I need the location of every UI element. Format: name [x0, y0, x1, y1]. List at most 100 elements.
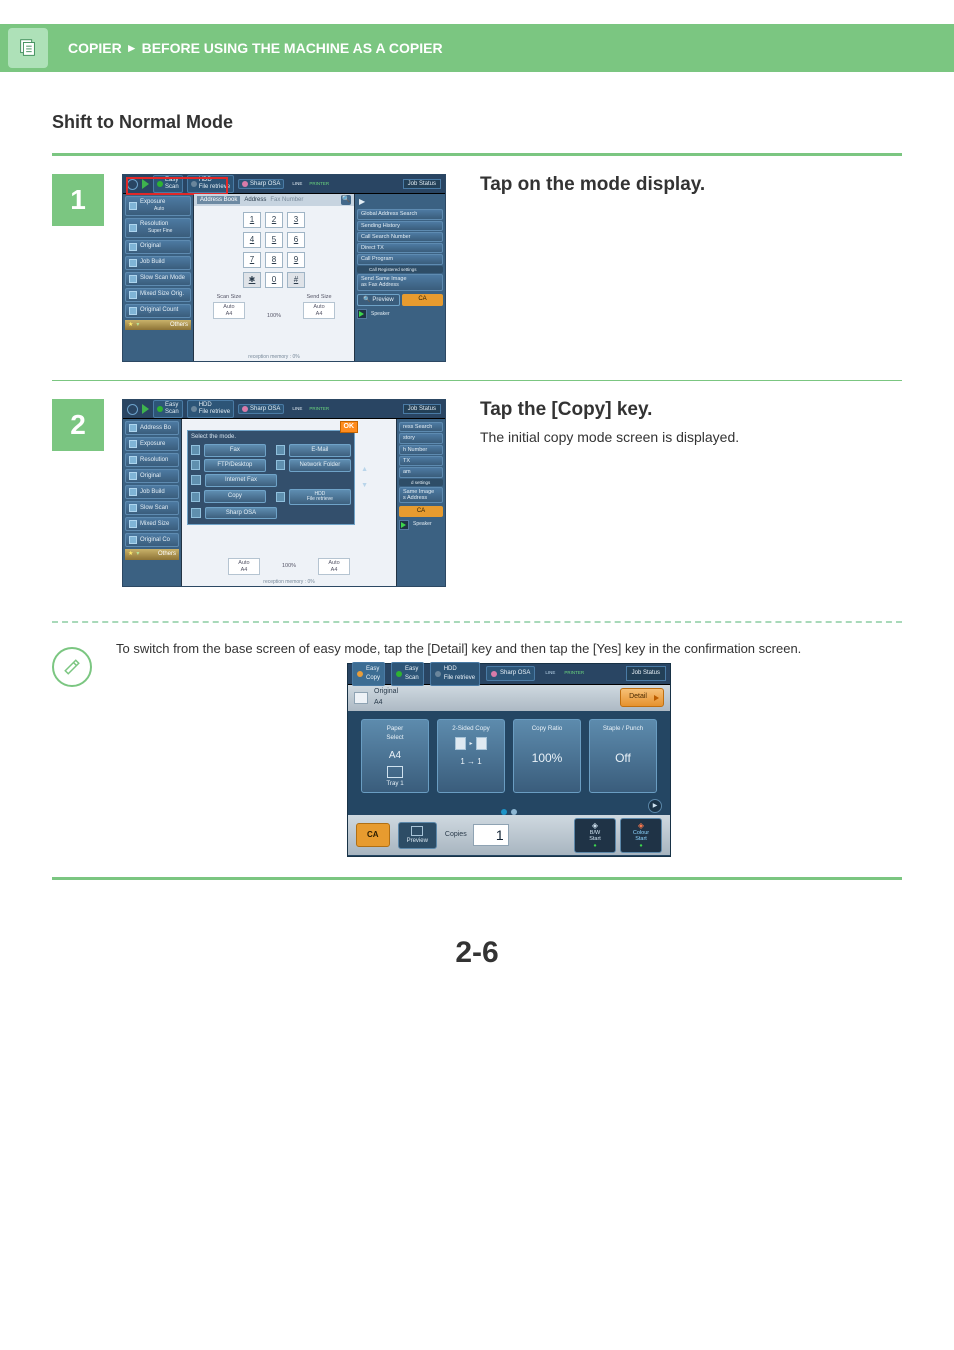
page-icon [455, 737, 466, 750]
pager-dot[interactable] [501, 809, 507, 815]
job-status-button[interactable]: Job Status [626, 666, 666, 681]
tab-easy-scan[interactable]: Easy Scan [153, 175, 183, 193]
ca-button[interactable]: CA [356, 823, 390, 847]
tile-copy-ratio[interactable]: Copy Ratio 100% [513, 719, 581, 794]
send-size[interactable]: Send SizeAutoA4 [303, 294, 335, 319]
expand-icon[interactable]: ▶ [357, 196, 443, 208]
r-call-program[interactable]: am [399, 467, 443, 477]
bw-start-button[interactable]: ◈B/W Start● [574, 818, 616, 853]
r-call-number[interactable]: h Number [399, 445, 443, 455]
exposure-icon [129, 202, 137, 210]
tab-sharp-osa[interactable]: Sharp OSA [238, 404, 284, 415]
sidebar-others[interactable]: ★▾Others [125, 320, 191, 331]
ca-button[interactable]: CA [402, 294, 443, 307]
sidebar-address-book[interactable]: Address Bo [125, 421, 179, 435]
tab-hdd[interactable]: HDD File retrieve [430, 662, 480, 686]
status-printer: PRINTER [309, 181, 329, 186]
key-8[interactable]: 8 [265, 252, 283, 268]
mode-fax[interactable]: FaxE-Mail [191, 444, 351, 457]
r-global-search[interactable]: ress Search [399, 422, 443, 432]
sidebar-resolution[interactable]: Resolution [125, 453, 179, 467]
tab-sharp-osa[interactable]: Sharp OSA [238, 179, 284, 190]
r-direct-tx[interactable]: Direct TX [357, 243, 443, 253]
r-history[interactable]: story [399, 433, 443, 443]
tile-staple[interactable]: Staple / Punch Off [589, 719, 657, 794]
copies-value[interactable]: 1 [473, 824, 509, 846]
jobbuild-icon [129, 488, 137, 496]
detail-button[interactable]: Detail [620, 688, 664, 707]
sidebar-mixed-size[interactable]: Mixed Size [125, 517, 179, 531]
key-1[interactable]: 1 [243, 212, 261, 228]
scroll-down-icon[interactable]: ▼ [361, 482, 368, 490]
sidebar-mixed-size[interactable]: Mixed Size Orig. [125, 288, 191, 302]
preview-button[interactable]: 🔍 Preview [357, 294, 400, 307]
sidebar-original[interactable]: Original [125, 240, 191, 254]
pager-dot[interactable] [511, 809, 517, 815]
key-3[interactable]: 3 [287, 212, 305, 228]
scan-size[interactable]: Scan SizeAutoA4 [213, 294, 245, 319]
copy-icon [191, 492, 200, 502]
sidebar-exposure[interactable]: ExposureAuto [125, 196, 191, 216]
key-7[interactable]: 7 [243, 252, 261, 268]
preview-button[interactable]: Preview [398, 822, 437, 849]
mode-copy[interactable]: CopyHDD File retrieve [191, 489, 351, 505]
sidebar-resolution[interactable]: ResolutionSuper Fine [125, 218, 191, 238]
mode-ftp[interactable]: FTP/DesktopNetwork Folder [191, 459, 351, 472]
speaker-button[interactable]: Speaker [357, 309, 443, 319]
address-book-tab[interactable]: Address Book [197, 196, 240, 205]
resolution-icon [129, 224, 137, 232]
sidebar-slow-scan[interactable]: Slow Scan [125, 501, 179, 515]
sidebar-exposure[interactable]: Exposure [125, 437, 179, 451]
mode-ifax[interactable]: Internet Fax [191, 474, 351, 487]
key-0[interactable]: 0 [265, 272, 283, 288]
tile-2sided[interactable]: 2-Sided Copy ▸ 1 → 1 [437, 719, 505, 794]
sidebar-original-count[interactable]: Original Count [125, 304, 191, 318]
r-send-same[interactable]: Send Same Image as Fax Address [357, 274, 443, 291]
r-direct-tx[interactable]: TX [399, 456, 443, 466]
key-9[interactable]: 9 [287, 252, 305, 268]
ok-button[interactable]: OK [340, 421, 359, 433]
tab-easy-scan[interactable]: Easy Scan [391, 662, 424, 686]
tab-sharp-osa[interactable]: Sharp OSA [486, 666, 535, 681]
left-sidebar: Address Bo Exposure Resolution Original … [123, 419, 182, 587]
sidebar-original-count[interactable]: Original Co [125, 533, 179, 547]
sidebar-job-build[interactable]: Job Build [125, 485, 179, 499]
key-2[interactable]: 2 [265, 212, 283, 228]
colour-start-button[interactable]: ◈Colour Start● [620, 818, 662, 853]
right-sidebar: ▶ Global Address Search Sending History … [354, 194, 445, 362]
mode-sharp[interactable]: Sharp OSA [191, 507, 351, 520]
tile-paper-select[interactable]: Paper Select A4 Tray 1 [361, 719, 429, 794]
sidebar-others[interactable]: ★▾Others [125, 549, 179, 560]
ca-button[interactable]: CA [399, 506, 443, 517]
key-star[interactable]: ✱ [243, 272, 261, 288]
job-status-button[interactable]: Job Status [403, 404, 441, 415]
r-call-program[interactable]: Call Program [357, 254, 443, 264]
r-history[interactable]: Sending History [357, 221, 443, 231]
status-line: LINE [292, 181, 302, 186]
sidebar-job-build[interactable]: Job Build [125, 256, 191, 270]
r-send-same[interactable]: Same Image s Address [399, 487, 443, 504]
breadcrumb-section[interactable]: BEFORE USING THE MACHINE AS A COPIER [142, 40, 443, 56]
tab-easy-copy[interactable]: Easy Copy [352, 662, 385, 686]
divider [52, 877, 902, 880]
search-icon[interactable]: 🔍 [341, 195, 351, 205]
key-6[interactable]: 6 [287, 232, 305, 248]
key-4[interactable]: 4 [243, 232, 261, 248]
center-panel: Address Book Address Fax Number 🔍 1 2 3 … [194, 194, 354, 362]
tab-hdd[interactable]: HDD File retrieve [187, 175, 234, 193]
sidebar-original[interactable]: Original [125, 469, 179, 483]
tab-easy-scan[interactable]: Easy Scan [153, 400, 183, 418]
r-call-number[interactable]: Call Search Number [357, 232, 443, 242]
jobbuild-icon [129, 259, 137, 267]
sidebar-slow-scan[interactable]: Slow Scan Mode [125, 272, 191, 286]
scroll-up-icon[interactable]: ▲ [361, 466, 368, 474]
r-global-search[interactable]: Global Address Search [357, 209, 443, 219]
tab-hdd[interactable]: HDD File retrieve [187, 400, 234, 418]
job-status-button[interactable]: Job Status [403, 179, 441, 190]
speaker-button[interactable]: Speaker [399, 520, 443, 530]
breadcrumb-copier[interactable]: COPIER [68, 40, 122, 56]
key-5[interactable]: 5 [265, 232, 283, 248]
key-hash[interactable]: # [287, 272, 305, 288]
next-page-icon[interactable]: ▶ [648, 799, 662, 813]
speaker-icon [399, 520, 409, 530]
